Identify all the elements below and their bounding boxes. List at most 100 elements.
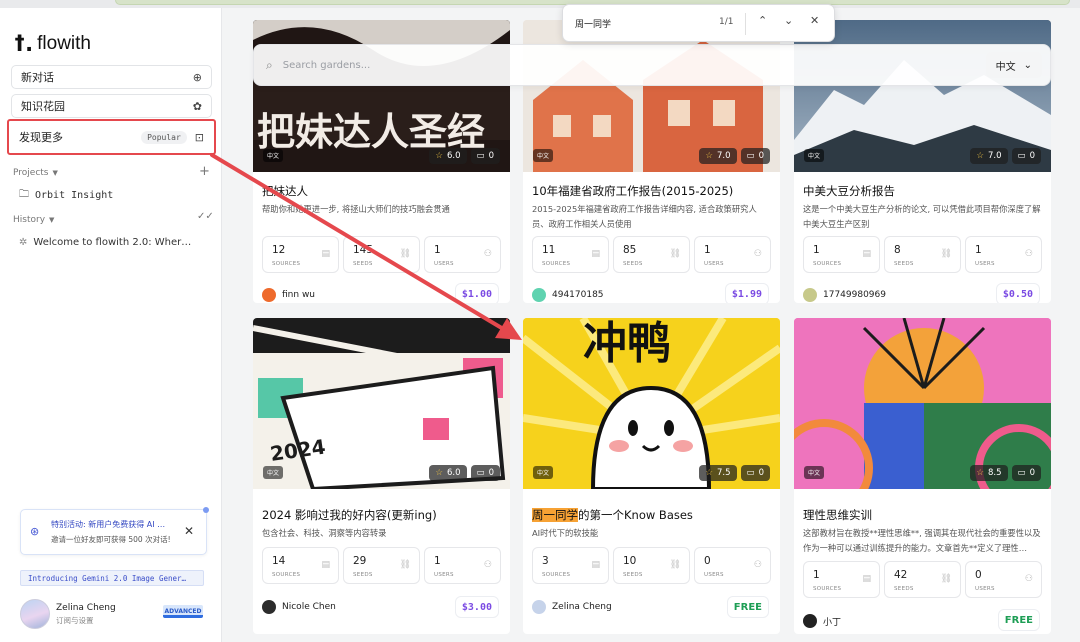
language-select[interactable]: 中文 ⌄ (985, 52, 1042, 78)
star-icon: ☆ (435, 151, 444, 161)
author-name: Nicole Chen (282, 602, 336, 612)
language-badge: 中文 (263, 466, 284, 479)
logo-mark-icon: ꝉ. (14, 32, 34, 56)
user-name: Zelina Cheng (56, 602, 116, 613)
users-count: 0 (704, 555, 711, 567)
user-icon: ⚇ (1024, 574, 1033, 584)
promo-banner[interactable]: ⊛ 特别活动: 新用户免费获得 AI … 邀请一位好友即可获得 500 次对话!… (20, 507, 209, 555)
search-input[interactable] (282, 59, 963, 71)
find-count: 1/1 (719, 17, 734, 27)
check-all-icon[interactable]: ✓✓ (197, 211, 214, 222)
card-stats: ☆ 7.0 ▭ 0 (970, 148, 1041, 164)
close-icon[interactable]: ✕ (810, 14, 819, 27)
author-avatar (532, 600, 546, 614)
seeds-label: SEEDS (353, 261, 373, 267)
seeds-label: SEEDS (894, 586, 914, 592)
document-icon: ▤ (321, 249, 330, 259)
chevron-down-icon[interactable]: ⌄ (784, 14, 793, 27)
comment-icon: ▭ (476, 151, 485, 161)
flower-icon: ✿ (192, 99, 202, 113)
new-chat-button[interactable]: 新对话 ⊕ (11, 65, 212, 89)
knowledge-garden-label: 知识花园 (21, 100, 65, 113)
card-cover-image: 2024 中文 ☆ 6.0 ▭ 0 (253, 318, 510, 489)
price-badge[interactable]: FREE (997, 609, 1040, 631)
card-stats: ☆ 8.5 ▭ 0 (970, 465, 1041, 481)
author-name: 小丁 (823, 617, 842, 628)
language-badge: 中文 (533, 466, 554, 479)
rating-value: 6.0 (447, 151, 461, 161)
rating-stat: ☆ 6.0 (429, 148, 467, 164)
price-badge[interactable]: $1.00 (454, 283, 499, 303)
seeds-count: 145 (353, 244, 374, 256)
projects-label: Projects (13, 168, 49, 178)
seeds-label: SEEDS (623, 261, 643, 267)
rating-value: 7.0 (717, 151, 731, 161)
close-icon[interactable]: ✕ (184, 524, 194, 538)
seeds-label: SEEDS (353, 572, 373, 578)
card-title-rest: 的第一个Know Bases (578, 508, 693, 522)
rating-stat: ☆ 7.0 (970, 148, 1008, 164)
comment-stat: ▭ 0 (1011, 465, 1041, 481)
language-badge: 中文 (263, 149, 284, 162)
document-icon: ▤ (321, 560, 330, 570)
app-logo[interactable]: ꝉ. flowith (14, 32, 91, 56)
sources-label: SOURCES (813, 586, 842, 592)
comment-count: 0 (1029, 468, 1035, 478)
garden-card[interactable]: 中文 ☆ 8.5 ▭ 0 理性思维实训 这部教材旨在教授**理性思维**, 强调其在… (794, 318, 1051, 634)
document-icon: ▤ (591, 560, 600, 570)
card-author[interactable]: Zelina Cheng (532, 600, 612, 614)
garden-card[interactable]: 冲鸭 中文 ☆ 7.5 ▭ 0 周一同学的第一个Know Bases AI时代下的软… (523, 318, 780, 634)
document-icon: ▤ (591, 249, 600, 259)
card-author[interactable]: 17749980969 (803, 288, 886, 302)
sidebar: ꝉ. flowith 新对话 ⊕ 知识花园 ✿ 发现更多 Popular ⊡ P… (0, 8, 222, 642)
price-badge[interactable]: $0.50 (995, 283, 1040, 303)
comment-count: 0 (488, 151, 494, 161)
link-icon: ⛓ (669, 560, 681, 570)
users-label: USERS (975, 586, 995, 592)
logo-text: flowith (37, 33, 91, 54)
avatar (20, 599, 50, 629)
price-badge[interactable]: $3.00 (454, 596, 499, 618)
users-label: USERS (704, 261, 724, 267)
card-description: 这是一个中美大豆生产分析的论文, 可以凭借此项目帮你深度了解中美大豆生产区别 (803, 204, 1041, 229)
price-badge[interactable]: FREE (726, 596, 769, 618)
rating-value: 8.5 (988, 468, 1002, 478)
promo-subtitle: 邀请一位好友即可获得 500 次对话! (51, 535, 171, 544)
cover-art (794, 318, 1051, 489)
knowledge-garden-button[interactable]: 知识花园 ✿ (11, 94, 212, 118)
comment-icon: ▭ (746, 468, 755, 478)
card-author[interactable]: 小丁 (803, 614, 841, 628)
cover-art: 冲鸭 (523, 318, 780, 489)
users-count: 1 (434, 244, 441, 256)
projects-section-toggle[interactable]: Projects ▼ (13, 168, 58, 178)
garden-card[interactable]: 2024 中文 ☆ 6.0 ▭ 0 2024 影响过我的好内容(更新ing) 包含社… (253, 318, 510, 634)
user-profile[interactable]: Zelina Cheng 订阅与设置 (20, 599, 116, 629)
comment-stat: ▭ 0 (470, 148, 500, 164)
sources-count: 14 (272, 555, 286, 567)
seeds-metric: 10 SEEDS ⛓ (613, 547, 690, 584)
project-item[interactable]: 🗀 Orbit Insight (19, 187, 113, 204)
gemini-announcement-link[interactable]: Introducing Gemini 2.0 Image Gener… (20, 570, 204, 586)
folder-icon: 🗀 (19, 189, 29, 200)
add-project-icon[interactable]: + (199, 164, 210, 179)
project-item-label: Orbit Insight (35, 190, 114, 201)
browser-top-strip (0, 0, 1080, 8)
rating-value: 6.0 (447, 468, 461, 478)
card-metrics: 1 SOURCES ▤ 8 SEEDS ⛓ 1 USERS ⚇ (803, 236, 1042, 273)
card-author[interactable]: 494170185 (532, 288, 604, 302)
price-badge[interactable]: $1.99 (724, 283, 769, 303)
chevron-up-icon[interactable]: ⌃ (758, 14, 767, 27)
find-query[interactable]: 周一同学 (575, 17, 611, 30)
card-author[interactable]: Nicole Chen (262, 600, 336, 614)
comment-icon: ▭ (746, 151, 755, 161)
comment-stat: ▭ 0 (1011, 148, 1041, 164)
history-section-toggle[interactable]: History ▼ (13, 215, 54, 225)
author-name: finn wu (282, 290, 316, 300)
discover-more-button[interactable]: 发现更多 Popular ⊡ (7, 119, 216, 155)
seeds-count: 85 (623, 244, 637, 256)
document-icon: ▤ (862, 574, 871, 584)
seeds-label: SEEDS (894, 261, 914, 267)
user-icon: ⚇ (753, 560, 762, 570)
card-author[interactable]: finn wu (262, 288, 315, 302)
history-item[interactable]: ✲ Welcome to flowith 2.0: Wher… (19, 237, 191, 248)
